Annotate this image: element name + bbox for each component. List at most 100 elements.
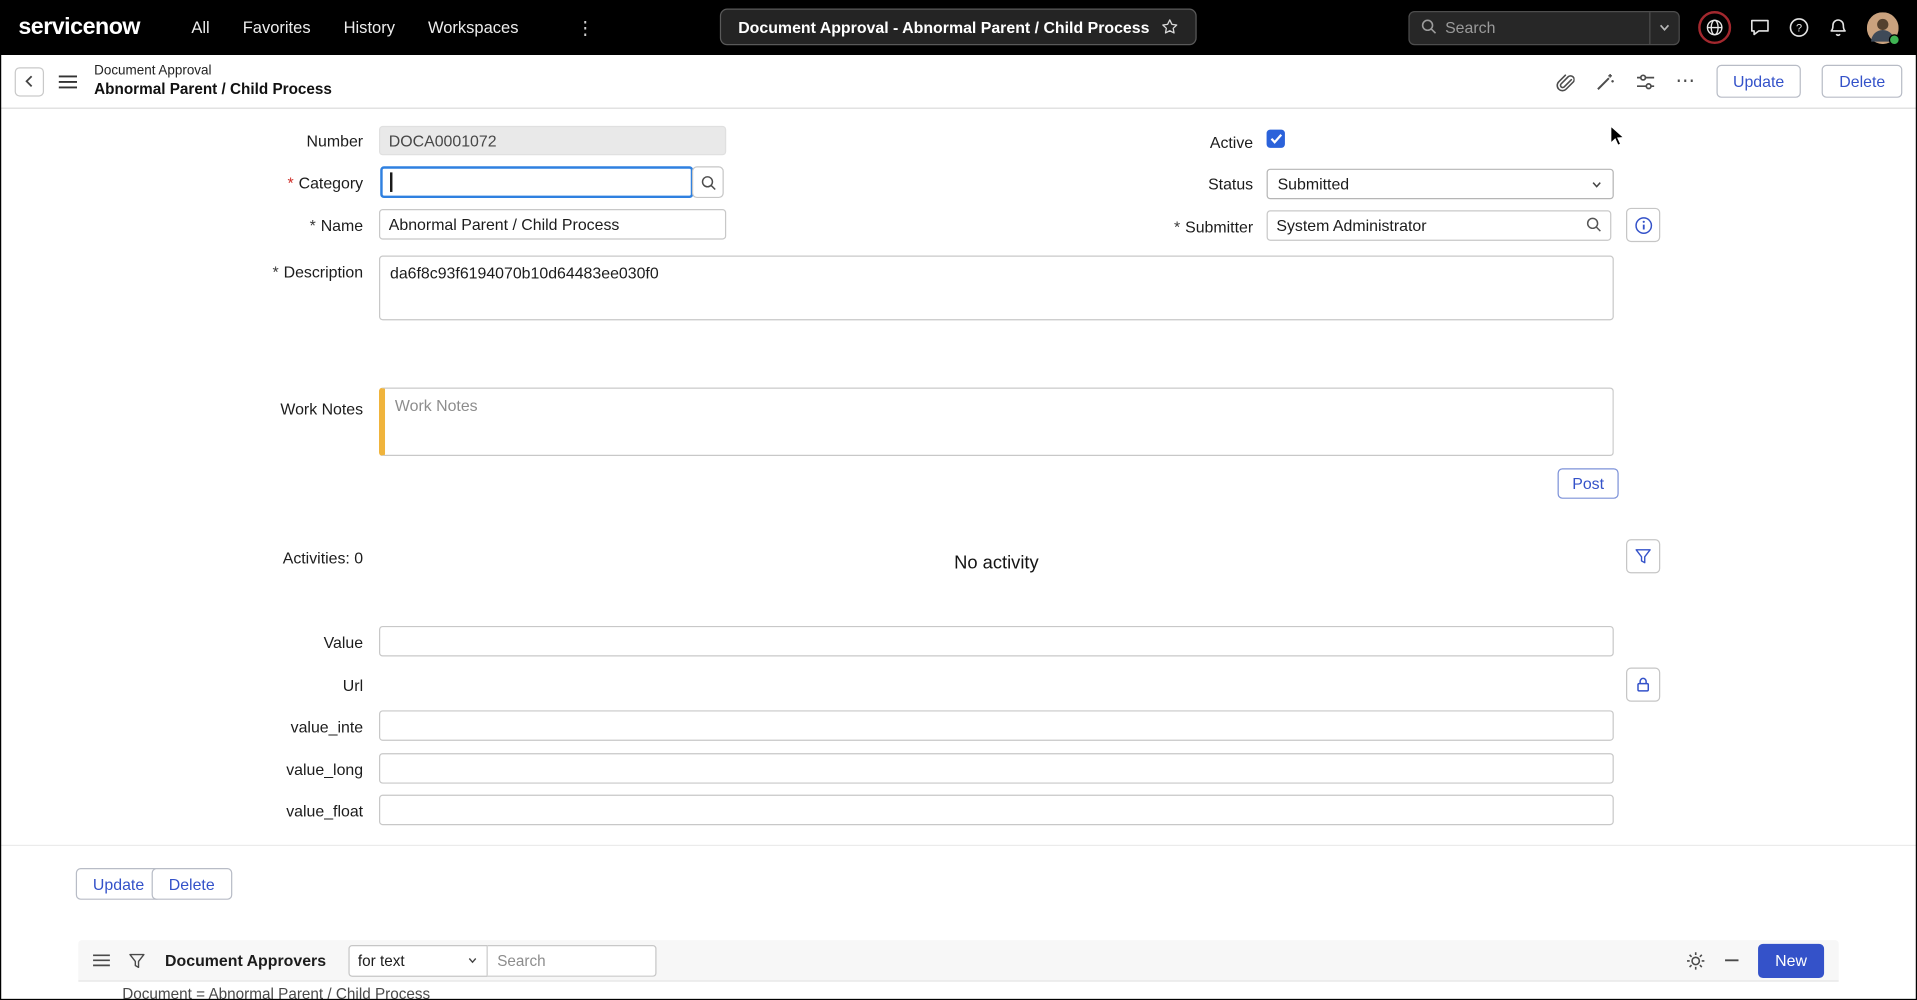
category-lookup-button[interactable]: [692, 166, 724, 198]
value-label: Value: [45, 632, 363, 653]
related-list-context-menu-icon[interactable]: [93, 954, 110, 967]
description-input[interactable]: da6f8c93f6194070b10d64483ee030f0: [379, 256, 1614, 321]
delete-button[interactable]: Delete: [1822, 65, 1902, 98]
context-pill[interactable]: Document Approval - Abnormal Parent / Ch…: [720, 9, 1197, 46]
required-marker: *: [310, 216, 316, 234]
chat-icon: [1749, 17, 1770, 38]
form-context-menu-icon[interactable]: [59, 74, 77, 89]
related-list-condition[interactable]: Document = Abnormal Parent / Child Proce…: [122, 985, 430, 1000]
no-activity-text: No activity: [379, 553, 1614, 574]
search-scope-chevron-down-icon[interactable]: [1650, 21, 1678, 34]
nav-item-all[interactable]: All: [191, 18, 209, 36]
svg-text:?: ?: [1796, 22, 1802, 34]
nav-more-icon[interactable]: ⋮: [576, 17, 594, 39]
mouse-cursor: [1609, 125, 1626, 153]
lock-icon: [1635, 676, 1652, 693]
funnel-icon: [1635, 548, 1652, 565]
global-search[interactable]: [1408, 10, 1679, 44]
work-notes-label: Work Notes: [45, 399, 363, 420]
notifications-button[interactable]: [1828, 17, 1849, 38]
chevron-down-icon: [467, 955, 478, 966]
sliders-icon: [1635, 72, 1655, 92]
required-marker: *: [1174, 218, 1180, 236]
related-list-search-field-select[interactable]: for text: [348, 944, 487, 976]
related-list-filter-icon[interactable]: [128, 952, 145, 969]
nav-item-favorites[interactable]: Favorites: [243, 18, 311, 36]
globe-icon: [1705, 18, 1723, 36]
category-label: *Category: [45, 172, 363, 193]
related-list-title: Document Approvers: [165, 951, 326, 969]
top-nav: servicenow All Favorites History Workspa…: [0, 0, 1917, 55]
update-button[interactable]: Update: [1716, 65, 1801, 98]
info-icon: [1634, 216, 1652, 234]
text-caret: [390, 172, 392, 192]
active-checkbox[interactable]: [1267, 130, 1285, 148]
chat-button[interactable]: [1749, 17, 1770, 38]
work-notes-input[interactable]: [379, 388, 1614, 456]
submitter-lookup-icon[interactable]: [1586, 216, 1602, 236]
wand-icon: [1595, 72, 1615, 92]
related-list-settings-button[interactable]: [1686, 951, 1706, 971]
form-header-actions: ⋯ Update Delete: [1554, 65, 1902, 98]
required-marker: *: [288, 174, 294, 192]
presence-indicator: [1889, 34, 1900, 45]
category-input[interactable]: [380, 166, 693, 198]
name-label: *Name: [45, 215, 363, 236]
nav-item-history[interactable]: History: [344, 18, 395, 36]
related-list-collapse-button[interactable]: [1724, 952, 1740, 968]
description-label: *Description: [45, 262, 363, 283]
servicenow-logo[interactable]: servicenow: [18, 14, 140, 41]
hamburger-icon: [59, 74, 77, 89]
nav-item-workspaces[interactable]: Workspaces: [428, 18, 519, 36]
active-label: Active: [935, 132, 1253, 153]
funnel-icon: [128, 952, 145, 969]
related-list-new-button[interactable]: New: [1758, 943, 1824, 977]
footer-update-button[interactable]: Update: [76, 868, 161, 900]
number-input[interactable]: [379, 126, 726, 155]
check-icon: [1270, 133, 1282, 144]
activity-filter-button[interactable]: [1626, 539, 1660, 573]
form-header: Document Approval Abnormal Parent / Chil…: [0, 55, 1917, 109]
value-inte-input[interactable]: [379, 710, 1614, 741]
search-icon: [700, 174, 716, 190]
global-search-input[interactable]: [1445, 18, 1649, 36]
more-actions-icon[interactable]: ⋯: [1676, 75, 1696, 87]
user-avatar[interactable]: [1867, 12, 1899, 44]
value-float-label: value_float: [45, 801, 363, 822]
globe-button[interactable]: [1698, 11, 1731, 44]
record-name-label: Abnormal Parent / Child Process: [94, 80, 332, 99]
help-icon: ?: [1789, 17, 1810, 38]
url-label: Url: [45, 675, 363, 696]
post-button[interactable]: Post: [1558, 468, 1619, 499]
required-marker: *: [273, 263, 279, 281]
favorite-star-icon[interactable]: [1162, 18, 1179, 35]
related-list-search-field-value: for text: [358, 952, 405, 969]
submitter-input[interactable]: [1267, 210, 1612, 241]
url-lock-button[interactable]: [1626, 668, 1660, 702]
footer-delete-button[interactable]: Delete: [152, 868, 232, 900]
related-list-actions: New: [1686, 943, 1824, 977]
submitter-preview-button[interactable]: [1626, 208, 1660, 242]
related-list-search-input[interactable]: [487, 944, 656, 976]
bell-icon: [1828, 17, 1849, 38]
submitter-label: *Submitter: [935, 216, 1253, 237]
chevron-down-icon: [1591, 178, 1603, 190]
value-float-input[interactable]: [379, 795, 1614, 826]
back-button[interactable]: [15, 67, 44, 96]
status-select[interactable]: Submitted: [1267, 169, 1614, 200]
search-icon: [1421, 18, 1437, 38]
help-button[interactable]: ?: [1789, 17, 1810, 38]
value-input[interactable]: [379, 626, 1614, 657]
attachments-button[interactable]: [1554, 72, 1574, 92]
status-value: Submitted: [1278, 175, 1350, 193]
record-type-label: Document Approval: [94, 63, 332, 80]
name-input[interactable]: [379, 209, 726, 240]
hamburger-icon: [93, 954, 110, 967]
paperclip-icon: [1554, 72, 1574, 92]
personalize-form-button[interactable]: [1635, 72, 1655, 92]
primary-nav: All Favorites History Workspaces ⋮: [191, 17, 594, 39]
wand-button[interactable]: [1595, 72, 1615, 92]
activities-label: Activities: 0: [45, 548, 363, 569]
value-long-input[interactable]: [379, 753, 1614, 784]
top-right-cluster: ?: [1408, 10, 1898, 44]
